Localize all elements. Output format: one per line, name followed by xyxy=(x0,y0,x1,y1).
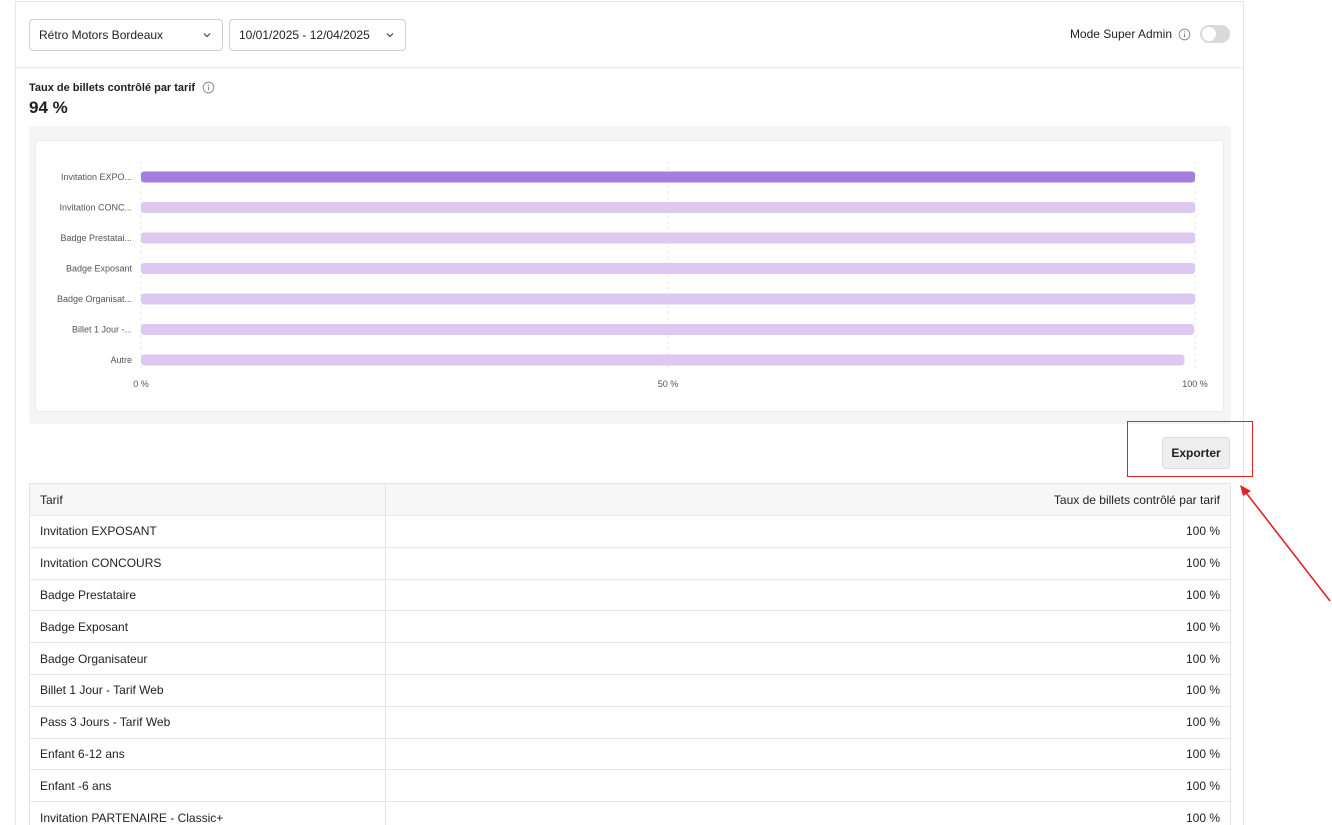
report-panel: Rétro Motors Bordeaux 10/01/2025 - 12/04… xyxy=(15,1,1244,825)
bar[interactable] xyxy=(141,232,1195,244)
category-label: Badge Prestatai... xyxy=(60,233,132,243)
bar[interactable] xyxy=(141,263,1195,274)
table-row[interactable]: Pass 3 Jours - Tarif Web 100 % xyxy=(30,706,1230,739)
category-label: Autre xyxy=(110,355,132,365)
chevron-down-icon xyxy=(203,33,211,38)
tarif-name-cell: Badge Exposant xyxy=(30,611,386,643)
category-label: Invitation CONC... xyxy=(59,203,132,213)
control-rate-cell: 100 % xyxy=(1185,810,1220,825)
category-label: Billet 1 Jour -... xyxy=(72,325,132,335)
control-rate-cell: 100 % xyxy=(1185,619,1220,634)
control-rate-cell: 100 % xyxy=(1185,715,1220,730)
chart-card: 0 % 50 % 100 % Invitation EXPO... Invitation… xyxy=(35,140,1224,412)
bar[interactable] xyxy=(141,171,1195,183)
bar-chart: 0 % 50 % 100 % Invitation EXPO... Invitation… xyxy=(57,161,1208,389)
toggle-knob xyxy=(1202,27,1216,41)
bar[interactable] xyxy=(141,354,1185,366)
super-admin-control: Mode Super Admin xyxy=(1070,25,1230,43)
tarif-name-cell: Invitation EXPOSANT xyxy=(30,516,386,547)
tarif-name-cell: Enfant 6-12 ans xyxy=(30,738,386,770)
category-label: Badge Organisat... xyxy=(57,294,132,304)
x-tick-label: 0 % xyxy=(133,379,149,389)
tarif-name-cell: Invitation CONCOURS xyxy=(30,547,386,579)
tarif-name-cell: Invitation PARTENAIRE - Classic+ xyxy=(30,802,386,825)
table-row[interactable]: Billet 1 Jour - Tarif Web 100 % xyxy=(30,674,1230,707)
highlight-box-annotation xyxy=(1127,421,1253,477)
table-header-row: Tarif Taux de billets contrôlé par tarif xyxy=(30,484,1230,516)
chevron-down-icon xyxy=(386,33,394,38)
category-label: Invitation EXPO... xyxy=(61,172,132,182)
filter-bar: Rétro Motors Bordeaux 10/01/2025 - 12/04… xyxy=(16,2,1243,68)
bar[interactable] xyxy=(141,293,1195,305)
table-row[interactable]: Badge Prestataire 100 % xyxy=(30,579,1230,612)
tarif-name-cell: Pass 3 Jours - Tarif Web xyxy=(30,706,386,738)
metric-title-text: Taux de billets contrôlé par tarif xyxy=(29,81,196,94)
control-rate-cell: 100 % xyxy=(1185,651,1220,666)
x-tick-label: 100 % xyxy=(1182,379,1208,389)
metric-title: Taux de billets contrôlé par tarif xyxy=(29,81,215,94)
x-tick-label: 50 % xyxy=(658,379,679,389)
control-rate-cell: 100 % xyxy=(1185,746,1220,761)
info-icon[interactable] xyxy=(1178,28,1191,41)
metric-value: 94 % xyxy=(29,98,68,117)
venue-select[interactable]: Rétro Motors Bordeaux xyxy=(29,19,223,51)
super-admin-toggle[interactable] xyxy=(1200,25,1230,43)
bar[interactable] xyxy=(141,202,1195,213)
date-range-value: 10/01/2025 - 12/04/2025 xyxy=(239,28,370,42)
column-header-rate[interactable]: Taux de billets contrôlé par tarif xyxy=(386,484,1230,515)
control-rate-cell: 100 % xyxy=(1185,556,1220,571)
table-row[interactable]: Invitation PARTENAIRE - Classic+ 100 % xyxy=(30,802,1230,825)
column-header-tarif[interactable]: Tarif xyxy=(30,484,386,515)
table-row[interactable]: Enfant -6 ans 100 % xyxy=(30,770,1230,803)
control-rate-cell: 100 % xyxy=(1185,524,1220,539)
info-icon[interactable] xyxy=(202,81,215,94)
chart-container: 0 % 50 % 100 % Invitation EXPO... Invitation… xyxy=(29,126,1231,424)
date-range-select[interactable]: 10/01/2025 - 12/04/2025 xyxy=(229,19,406,51)
bar[interactable] xyxy=(141,324,1194,335)
super-admin-label: Mode Super Admin xyxy=(1069,27,1172,41)
table-row[interactable]: Badge Exposant 100 % xyxy=(30,611,1230,644)
table-row[interactable]: Invitation CONCOURS 100 % xyxy=(30,547,1230,580)
tarif-table: Tarif Taux de billets contrôlé par tarif… xyxy=(29,483,1231,825)
tarif-name-cell: Billet 1 Jour - Tarif Web xyxy=(30,674,386,706)
table-row[interactable]: Invitation EXPOSANT 100 % xyxy=(30,516,1230,548)
category-label: Badge Exposant xyxy=(66,264,133,274)
control-rate-cell: 100 % xyxy=(1185,778,1220,793)
control-rate-cell: 100 % xyxy=(1185,683,1220,698)
tarif-name-cell: Badge Prestataire xyxy=(30,579,386,611)
venue-select-value: Rétro Motors Bordeaux xyxy=(39,28,164,42)
tarif-name-cell: Badge Organisateur xyxy=(30,643,386,674)
table-row[interactable]: Badge Organisateur 100 % xyxy=(30,643,1230,675)
tarif-name-cell: Enfant -6 ans xyxy=(30,770,386,802)
table-row[interactable]: Enfant 6-12 ans 100 % xyxy=(30,738,1230,771)
control-rate-cell: 100 % xyxy=(1185,587,1220,602)
